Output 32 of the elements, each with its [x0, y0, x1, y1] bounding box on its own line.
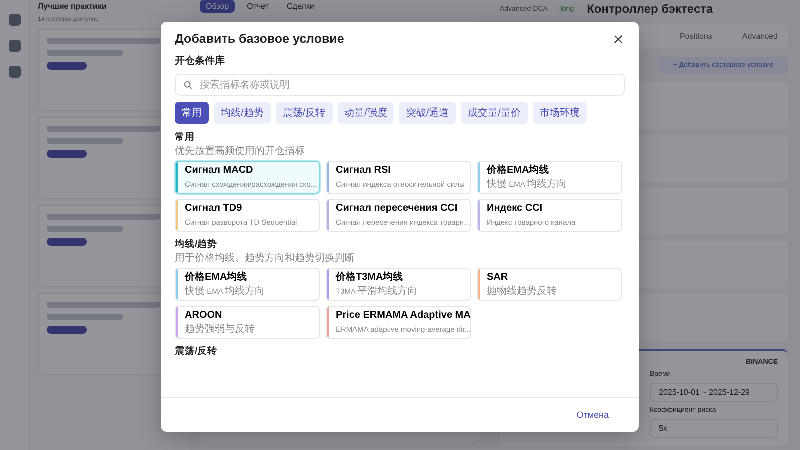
- section-heading: 震荡/反转: [175, 345, 219, 358]
- view-tab[interactable]: Сделки: [281, 0, 320, 13]
- panel-tab[interactable]: Positions: [680, 32, 712, 41]
- view-tab[interactable]: Отчет: [241, 0, 276, 13]
- category-tab[interactable]: 常用: [175, 102, 209, 124]
- view-tab[interactable]: Обзор: [200, 0, 236, 13]
- date-range-field[interactable]: 2025-10-01 ~ 2025-12-29: [650, 383, 778, 402]
- nav-icon[interactable]: [8, 40, 20, 52]
- dialog-title: Добавить базовое условие: [175, 32, 344, 46]
- category-tab[interactable]: 突破/通道: [399, 102, 456, 124]
- section-label: 开仓条件库: [175, 54, 226, 68]
- category-tab[interactable]: 市场环境: [532, 102, 587, 124]
- indicator-card[interactable]: AROON 趋势强弱与反转: [175, 306, 320, 339]
- close-button[interactable]: [612, 32, 625, 46]
- nav-icon[interactable]: [8, 66, 20, 78]
- section-description: 用于价格均线、趋势方向和趋势切换判断: [175, 252, 356, 265]
- category-tab[interactable]: 均线/趋势: [214, 102, 271, 124]
- section-heading: 常用: [175, 131, 196, 144]
- category-tab[interactable]: 震荡/反转: [276, 102, 333, 124]
- panel-title: Лучшие практики: [38, 2, 108, 11]
- category-tab[interactable]: 成交量/量价: [461, 102, 528, 124]
- panel-tab[interactable]: Advanced: [742, 32, 778, 41]
- cancel-button[interactable]: Отмена: [570, 409, 615, 421]
- indicator-card[interactable]: SAR 抛物线趋势反转: [477, 268, 622, 301]
- search-field[interactable]: 搜索指标名称或说明: [175, 74, 625, 96]
- category-tab[interactable]: 动量/强度: [338, 102, 394, 124]
- nav-icon[interactable]: [8, 14, 20, 26]
- risk-select[interactable]: 5x: [650, 419, 778, 438]
- page-title: Контроллер бэктеста: [587, 2, 714, 16]
- close-icon: [614, 34, 623, 44]
- section-heading: 均线/趋势: [175, 238, 219, 251]
- section-description: 优先放置高频使用的开仓指标: [175, 144, 306, 158]
